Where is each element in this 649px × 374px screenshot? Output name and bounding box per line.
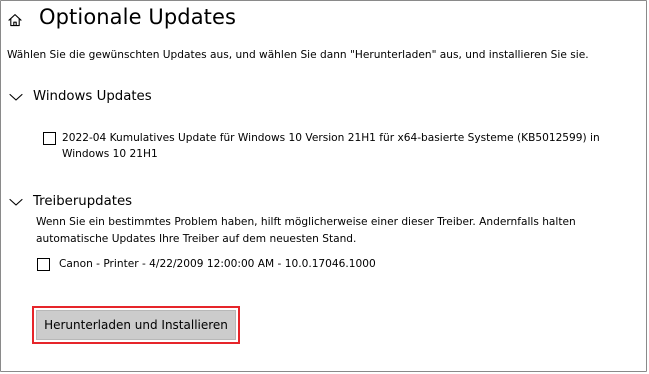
driver-updates-toggle[interactable]: Treiberupdates	[9, 192, 132, 211]
home-icon[interactable]	[7, 12, 23, 28]
page-title: Optionale Updates	[39, 5, 237, 29]
download-install-button[interactable]: Herunterladen und Installieren	[36, 310, 236, 340]
driver-update-label[interactable]: Canon - Printer - 4/22/2009 12:00:00 AM …	[59, 256, 376, 272]
chevron-down-icon	[9, 192, 33, 211]
windows-updates-title: Windows Updates	[33, 89, 152, 104]
intro-text: Wählen Sie die gewünschten Updates aus, …	[7, 49, 589, 61]
chevron-down-icon	[9, 87, 33, 106]
driver-updates-description: Wenn Sie ein bestimmtes Problem haben, h…	[36, 216, 576, 245]
windows-updates-toggle[interactable]: Windows Updates	[9, 87, 152, 106]
windows-update-label[interactable]: 2022-04 Kumulatives Update für Windows 1…	[62, 130, 602, 162]
optional-updates-window: Optionale Updates Wählen Sie die gewünsc…	[0, 0, 647, 372]
windows-update-checkbox[interactable]	[43, 132, 56, 145]
driver-updates-title: Treiberupdates	[33, 194, 133, 209]
driver-update-checkbox[interactable]	[37, 258, 50, 271]
